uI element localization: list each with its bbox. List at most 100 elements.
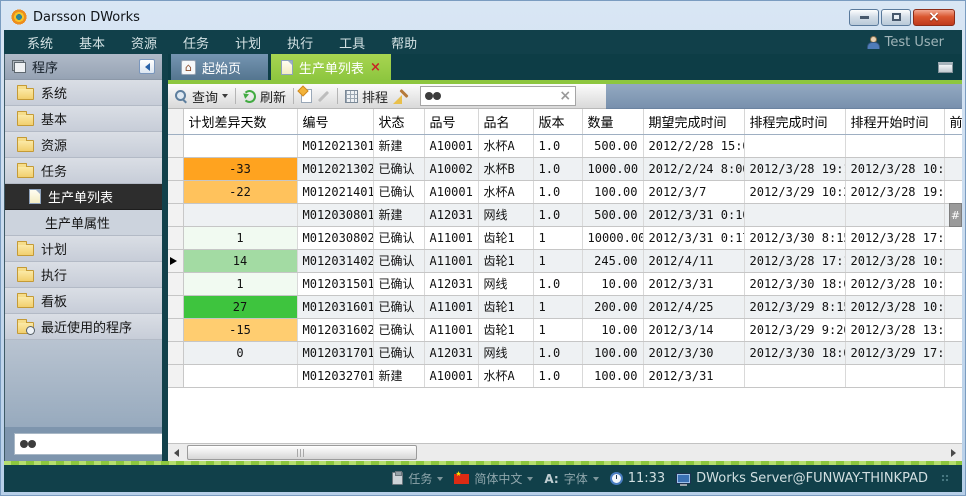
flyout-marker[interactable]: # — [949, 203, 962, 227]
edit-button[interactable] — [317, 95, 330, 98]
cell-item-name: 网线 — [478, 203, 533, 226]
table-row[interactable]: 14 M012031402 已确认 A11001 齿轮1 1 245.00 20… — [168, 249, 962, 272]
table-row[interactable]: -22 M012021401 已确认 A10001 水杯A 1.0 100.00… — [168, 180, 962, 203]
cell-version: 1.0 — [533, 134, 582, 157]
table-row[interactable]: -15 M012031602 已确认 A11001 齿轮1 1 10.00 20… — [168, 318, 962, 341]
table-row[interactable]: M012021301 新建 A10001 水杯A 1.0 500.00 2012… — [168, 134, 962, 157]
menu-item-help[interactable]: 帮助 — [378, 33, 430, 52]
cell-status: 已确认 — [373, 180, 424, 203]
resize-grip-icon[interactable] — [941, 474, 950, 483]
cell-sched-finish: 2012/3/29 10:20 — [744, 180, 845, 203]
toolbar-separator — [337, 88, 338, 104]
new-button[interactable] — [301, 89, 312, 103]
user-icon — [866, 36, 879, 49]
menu-item-resource[interactable]: 资源 — [118, 33, 170, 52]
scrollbar-thumb[interactable] — [187, 445, 417, 460]
col-expected-finish[interactable]: 期望完成时间 — [643, 109, 744, 134]
sidebar-item-basic[interactable]: 基本 — [5, 106, 162, 132]
cell-sched-finish: 2012/3/28 17:13 — [744, 249, 845, 272]
cell-sched-finish: 2012/3/29 8:15 — [744, 295, 845, 318]
sidebar-item-production-order-properties[interactable]: 生产单属性 — [5, 210, 162, 236]
cell-item-name: 网线 — [478, 272, 533, 295]
cell-qty: 10.00 — [582, 318, 643, 341]
tab-start-page[interactable]: 起始页 — [171, 54, 268, 80]
sidebar-item-production-order-list[interactable]: 生产单列表 — [5, 184, 162, 210]
cell-expected-finish: 2012/3/31 0:10 — [643, 203, 744, 226]
col-order-no[interactable]: 编号 — [297, 109, 373, 134]
title-bar: Darsson DWorks — [4, 4, 962, 30]
status-task-dropdown[interactable]: 任务 — [392, 470, 443, 487]
sidebar-item-resource[interactable]: 资源 — [5, 132, 162, 158]
cell-order-no: M012031602 — [297, 318, 373, 341]
query-button[interactable]: 查询 — [174, 87, 228, 106]
col-sched-start[interactable]: 排程开始时间 — [845, 109, 944, 134]
content-area: 起始页 生产单列表 查询 — [168, 54, 962, 461]
query-dropdown-icon — [222, 94, 228, 98]
sidebar-item-recent-programs[interactable]: 最近使用的程序 — [5, 314, 162, 340]
table-row[interactable]: 1 M012031501 已确认 A12031 网线 1.0 10.00 201… — [168, 272, 962, 295]
table-row[interactable]: M012030801 新建 A12031 网线 1.0 500.00 2012/… — [168, 203, 962, 226]
toolbar-separator — [293, 88, 294, 104]
col-partial[interactable]: 前 — [944, 109, 962, 134]
sidebar-item-plan[interactable]: 计划 — [5, 236, 162, 262]
schedule-button[interactable]: 排程 — [345, 87, 388, 106]
cell-qty: 245.00 — [582, 249, 643, 272]
cell-item-name: 齿轮1 — [478, 318, 533, 341]
cell-qty: 200.00 — [582, 295, 643, 318]
chevron-down-icon — [437, 477, 443, 481]
maximize-button[interactable] — [881, 9, 911, 26]
cell-plan-diff-days: -15 — [183, 318, 297, 341]
sidebar-item-task[interactable]: 任务 — [5, 158, 162, 184]
cell-item-no: A11001 — [424, 318, 478, 341]
table-row[interactable]: 0 M012031701 已确认 A12031 网线 1.0 100.00 20… — [168, 341, 962, 364]
cell-status: 已确认 — [373, 318, 424, 341]
scroll-left-button[interactable] — [168, 445, 184, 461]
user-menu[interactable]: Test User — [866, 35, 952, 50]
folder-icon — [17, 166, 34, 178]
clipboard-icon — [392, 472, 403, 485]
toolbar-search-clear-icon[interactable] — [559, 89, 571, 103]
server-icon — [676, 473, 691, 484]
col-qty[interactable]: 数量 — [582, 109, 643, 134]
float-window-icon[interactable] — [938, 62, 953, 73]
sidebar-item-label: 资源 — [41, 135, 67, 154]
sidebar-collapse-button[interactable] — [139, 59, 155, 74]
col-plan-diff-days[interactable]: 计划差异天数 — [183, 109, 297, 134]
close-tab-icon[interactable] — [370, 61, 381, 74]
col-status[interactable]: 状态 — [373, 109, 424, 134]
status-language-dropdown[interactable]: 简体中文 — [454, 470, 533, 487]
sidebar-item-kanban[interactable]: 看板 — [5, 288, 162, 314]
menu-item-basic[interactable]: 基本 — [66, 33, 118, 52]
col-version[interactable]: 版本 — [533, 109, 582, 134]
menu-item-plan[interactable]: 计划 — [222, 33, 274, 52]
col-sched-finish[interactable]: 排程完成时间 — [744, 109, 845, 134]
col-item-name[interactable]: 品名 — [478, 109, 533, 134]
sidebar: 程序 系统 基本 资源 — [4, 54, 162, 461]
schedule-label: 排程 — [362, 87, 388, 106]
refresh-label: 刷新 — [260, 87, 286, 106]
table-row[interactable]: -33 M012021302 已确认 A10002 水杯B 1.0 1000.0… — [168, 157, 962, 180]
cell-version: 1 — [533, 226, 582, 249]
menu-item-tools[interactable]: 工具 — [326, 33, 378, 52]
cell-expected-finish: 2012/4/11 — [643, 249, 744, 272]
status-font-dropdown[interactable]: 字体 — [544, 470, 598, 487]
document-icon — [281, 60, 293, 75]
col-item-no[interactable]: 品号 — [424, 109, 478, 134]
table-row[interactable]: 1 M012030802 已确认 A11001 齿轮1 1 10000.00 2… — [168, 226, 962, 249]
refresh-button[interactable]: 刷新 — [243, 87, 286, 106]
table-row[interactable]: M012032701 新建 A10001 水杯A 1.0 100.00 2012… — [168, 364, 962, 387]
toolbar-search-input[interactable] — [445, 89, 555, 103]
menu-item-execute[interactable]: 执行 — [274, 33, 326, 52]
close-button[interactable] — [913, 9, 955, 26]
menu-item-task[interactable]: 任务 — [170, 33, 222, 52]
cell-item-name: 水杯A — [478, 180, 533, 203]
minimize-button[interactable] — [849, 9, 879, 26]
tab-production-order-list[interactable]: 生产单列表 — [271, 54, 391, 80]
sidebar-item-system[interactable]: 系统 — [5, 80, 162, 106]
sidebar-item-execute[interactable]: 执行 — [5, 262, 162, 288]
scroll-right-button[interactable] — [945, 445, 961, 461]
clean-button[interactable] — [393, 89, 409, 104]
menu-item-system[interactable]: 系统 — [14, 33, 66, 52]
cell-item-no: A10001 — [424, 134, 478, 157]
table-row[interactable]: 27 M012031601 已确认 A11001 齿轮1 1 200.00 20… — [168, 295, 962, 318]
